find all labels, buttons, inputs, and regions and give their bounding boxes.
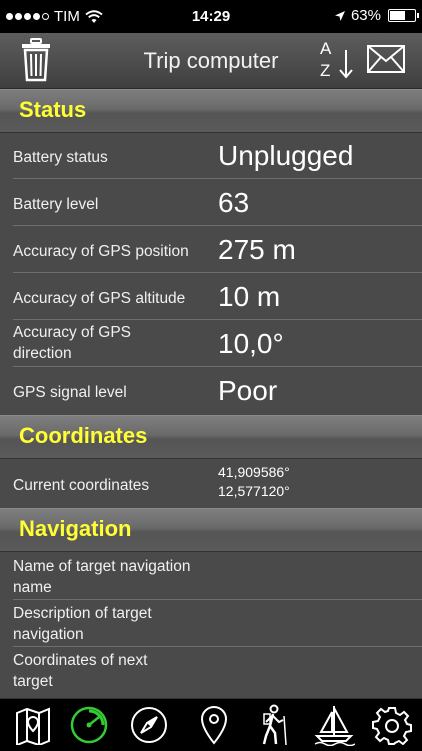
trip-computer-icon: [70, 706, 108, 744]
location-arrow-icon: [334, 10, 345, 21]
row-target-navigation-description: Description of target navigation: [0, 600, 422, 647]
tab-compass[interactable]: [127, 703, 171, 747]
hiker-icon: [262, 704, 287, 746]
tab-map[interactable]: [11, 703, 55, 747]
row-battery-status: Battery status Unplugged: [0, 132, 422, 179]
section-title-status: Status: [19, 97, 87, 122]
value-battery-status: Unplugged: [218, 140, 354, 171]
settings-gear-icon: [372, 707, 412, 745]
map-icon: [16, 707, 50, 745]
value-current-latitude: 41,909586°: [218, 464, 290, 480]
row-gps-position-accuracy: Accuracy of GPS position 275 m: [0, 226, 422, 273]
label-next-target-coordinates: Coordinates of next target: [13, 652, 148, 690]
label-gps-position-accuracy: Accuracy of GPS position: [13, 243, 189, 260]
value-battery-level: 63: [218, 187, 250, 218]
section-header-navigation: Navigation: [0, 508, 422, 552]
row-battery-level: Battery level 63: [0, 179, 422, 226]
label-target-navigation-name: Name of target navigation name: [13, 558, 191, 596]
row-target-navigation-name: Name of target navigation name: [0, 553, 422, 600]
mail-icon[interactable]: [367, 45, 405, 73]
tab-hiking[interactable]: [252, 703, 296, 747]
row-gps-direction-accuracy: Accuracy of GPS direction 10,0°: [0, 320, 422, 367]
tab-bar: [0, 698, 422, 751]
row-next-target-coordinates: Coordinates of next target: [0, 647, 422, 698]
tab-sailing[interactable]: [312, 703, 356, 747]
value-gps-direction-accuracy: 10,0°: [218, 328, 284, 359]
row-gps-signal-level: GPS signal level Poor: [0, 367, 422, 415]
tab-trip-computer[interactable]: [67, 703, 111, 747]
status-bar: TIM 14:29 63%: [0, 0, 422, 33]
location-pin-icon: [200, 705, 228, 745]
section-header-coordinates: Coordinates: [0, 415, 422, 459]
tab-location[interactable]: [192, 703, 236, 747]
value-gps-altitude-accuracy: 10 m: [218, 281, 281, 312]
value-gps-signal-level: Poor: [218, 375, 278, 406]
label-target-navigation-description: Description of target navigation: [13, 605, 152, 643]
battery-percent: 63%: [350, 7, 381, 24]
label-battery-level: Battery level: [13, 196, 99, 213]
label-current-coordinates: Current coordinates: [13, 477, 150, 494]
value-gps-position-accuracy: 275 m: [218, 234, 296, 265]
down-arrow-icon: [339, 50, 353, 79]
page-title: Trip computer: [143, 48, 279, 73]
label-battery-status: Battery status: [13, 149, 108, 166]
section-header-status: Status: [0, 89, 422, 133]
sort-letter-a: A: [320, 39, 332, 58]
section-title-navigation: Navigation: [19, 516, 132, 541]
section-title-coordinates: Coordinates: [19, 423, 148, 448]
row-current-coordinates: Current coordinates 41,909586° 12,577120…: [0, 458, 422, 508]
compass-icon: [131, 707, 167, 743]
sort-letter-z: Z: [320, 61, 331, 80]
label-gps-signal-level: GPS signal level: [13, 384, 127, 401]
battery-icon: [388, 9, 419, 22]
label-gps-direction-accuracy: Accuracy of GPS direction: [13, 324, 132, 362]
battery-info: 63%: [334, 7, 419, 24]
row-gps-altitude-accuracy: Accuracy of GPS altitude 10 m: [0, 273, 422, 320]
navigation-bar: Trip computer A Z: [0, 33, 422, 89]
tab-settings[interactable]: [370, 703, 414, 747]
sailboat-icon: [314, 706, 355, 746]
label-gps-altitude-accuracy: Accuracy of GPS altitude: [13, 290, 186, 307]
sort-az-icon[interactable]: A Z: [318, 39, 358, 83]
value-current-longitude: 12,577120°: [218, 483, 290, 499]
